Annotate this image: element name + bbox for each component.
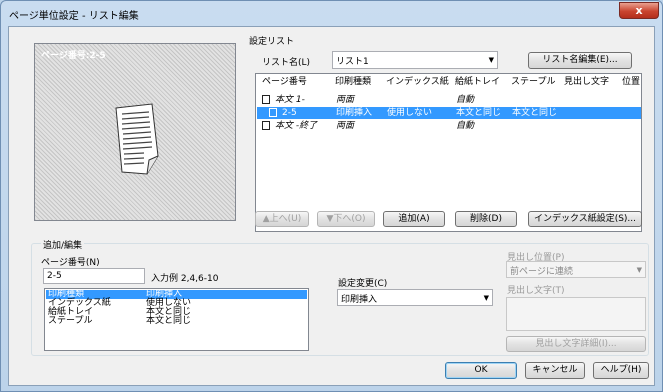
list-name-value: リスト1 (336, 57, 369, 67)
settings-list-group-label: 設定リスト (249, 37, 295, 47)
chevron-down-icon: ▼ (488, 56, 494, 64)
settings-summary-list[interactable]: 印刷種類 印刷挿入 インデックス紙 使用しない 給紙トレイ 本文と同じ ステープ… (44, 288, 309, 351)
row-tray: 本文と同じ (456, 108, 502, 118)
page-number-label: ページ番号(N) (41, 258, 100, 268)
page-icon (262, 121, 270, 130)
page-number-input[interactable]: 2-5 (43, 268, 145, 284)
row-page: 2-5 (282, 108, 297, 118)
change-setting-label: 設定変更(C) (338, 279, 388, 289)
heading-detail-button[interactable]: 見出し文字詳細(I)... (506, 336, 646, 352)
chevron-down-icon: ▼ (636, 266, 642, 274)
dialog-window: ページ単位設定 - リスト編集 x ページ番号:2-5 設定リスト リスト名(L… (0, 0, 663, 392)
delete-button[interactable]: 削除(D) (455, 211, 517, 227)
title-bar: ページ単位設定 - リスト編集 x (1, 1, 662, 25)
input-example: 入力例 2,4,6-10 (151, 274, 219, 284)
row-page: 本文 1- (275, 95, 305, 105)
close-icon: x (635, 4, 643, 17)
page-preview: ページ番号:2-5 (34, 43, 236, 221)
summary-key: ステープル (48, 316, 93, 326)
help-button[interactable]: ヘルプ(H) (593, 362, 649, 379)
row-print-type: 印刷挿入 (336, 108, 373, 118)
row-tray: 自動 (456, 121, 475, 131)
close-button[interactable]: x (619, 2, 659, 19)
heading-position-value: 前ページに連続 (510, 267, 573, 277)
change-setting-value: 印刷挿入 (341, 295, 378, 305)
list-row[interactable]: 本文 -終了 両面 自動 (257, 120, 641, 132)
page-icon (269, 108, 277, 117)
column-header-print-type[interactable]: 印刷種類 (335, 74, 371, 91)
column-header-tray[interactable]: 給紙トレイ (455, 74, 500, 91)
ok-button[interactable]: OK (445, 362, 517, 379)
change-setting-combo[interactable]: 印刷挿入 ▼ (337, 289, 493, 306)
add-edit-group-label: 追加/編集 (41, 238, 85, 251)
edit-list-name-button[interactable]: リスト名編集(E)... (528, 52, 632, 69)
move-down-button[interactable]: ▼下へ(O) (317, 211, 375, 227)
document-page-icon (115, 103, 159, 175)
column-header-index-paper[interactable]: インデックス紙 (386, 74, 449, 91)
dialog-client: ページ番号:2-5 設定リスト リスト名(L) リスト1 ▼ リスト名編集(E)… (8, 26, 655, 386)
list-name-combo[interactable]: リスト1 ▼ (332, 51, 498, 69)
list-name-label: リスト名(L) (262, 58, 311, 68)
summary-row[interactable]: ステープル 本文と同じ (46, 317, 307, 326)
row-page: 本文 -終了 (275, 121, 318, 131)
move-up-button[interactable]: ▲上へ(U) (255, 211, 309, 227)
list-row-selected[interactable]: 2-5 印刷挿入 使用しない 本文と同じ 本文と同じ (257, 107, 641, 119)
column-header-staple[interactable]: ステープル (511, 74, 555, 91)
column-header-page[interactable]: ページ番号 (262, 74, 307, 91)
summary-value: 本文と同じ (146, 316, 192, 326)
row-tray: 自動 (456, 95, 475, 105)
add-button[interactable]: 追加(A) (383, 211, 445, 227)
list-row[interactable]: 本文 1- 両面 自動 (257, 94, 641, 106)
row-print-type: 両面 (336, 121, 355, 131)
settings-list-view[interactable]: ページ番号 印刷種類 インデックス紙 給紙トレイ ステープル 見出し文字 位置 … (255, 73, 642, 232)
page-icon (262, 95, 270, 104)
preview-label: ページ番号:2-5 (41, 51, 106, 61)
row-print-type: 両面 (336, 95, 355, 105)
heading-text-label: 見出し文字(T) (507, 286, 565, 296)
row-index-paper: 使用しない (387, 108, 433, 118)
column-header-position[interactable]: 位置 (622, 74, 640, 91)
column-header-heading[interactable]: 見出し文字 (564, 74, 609, 91)
index-settings-button[interactable]: インデックス紙設定(S)... (528, 211, 642, 227)
row-staple: 本文と同じ (512, 108, 558, 118)
window-title: ページ単位設定 - リスト編集 (9, 11, 139, 22)
heading-text-field[interactable] (506, 297, 646, 331)
chevron-down-icon: ▼ (483, 294, 489, 302)
heading-position-combo[interactable]: 前ページに連続 ▼ (506, 261, 646, 278)
cancel-button[interactable]: キャンセル (525, 362, 585, 379)
